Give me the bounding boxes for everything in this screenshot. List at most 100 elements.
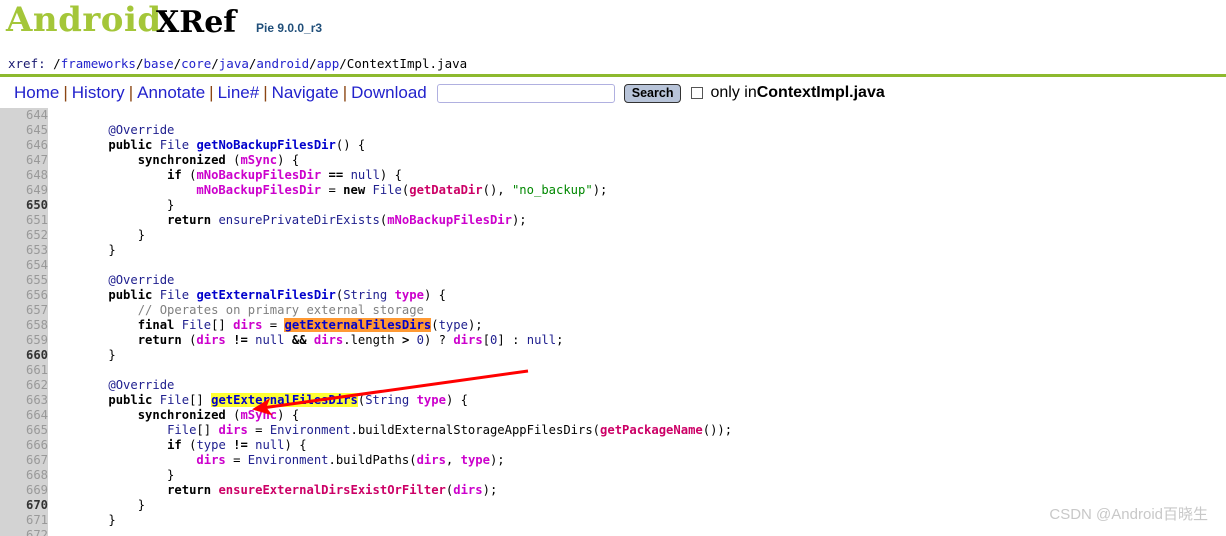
line-number[interactable]: 671 [0,513,53,528]
code-line: 664 synchronized (mSync) { [0,408,732,423]
nav-link-download[interactable]: Download [351,83,427,102]
line-number[interactable]: 651 [0,213,53,228]
line-number[interactable]: 650 [0,198,53,213]
line-number[interactable]: 648 [0,168,53,183]
only-in-label: only in [710,84,757,101]
line-number[interactable]: 667 [0,453,53,468]
line-number[interactable]: 664 [0,408,53,423]
line-number[interactable]: 668 [0,468,53,483]
code-line: 657 // Operates on primary external stor… [0,303,732,318]
code-token: } [79,228,146,242]
code-token: = [321,183,344,197]
line-number[interactable]: 655 [0,273,53,288]
line-number[interactable]: 646 [0,138,53,153]
code-line: 651 return ensurePrivateDirExists(mNoBac… [0,213,732,228]
line-number[interactable]: 660 [0,348,53,363]
code-token: File [159,288,190,302]
line-number[interactable]: 670 [0,498,53,513]
nav-links-group: Home | History | Annotate | Line# | Navigate | Dow… [14,83,427,103]
code-token: null [526,333,557,347]
line-number[interactable]: 665 [0,423,53,438]
logo-xref-text: XRef [156,5,237,40]
line-number[interactable]: 658 [0,318,53,333]
line-number[interactable]: 645 [0,123,53,138]
breadcrumb-link[interactable]: app [317,56,340,71]
code-token: = [247,423,270,437]
code-token: (), [482,183,512,197]
nav-link-home[interactable]: Home [14,83,59,102]
nav-link-line[interactable]: Line# [218,83,260,102]
only-in-file-checkbox[interactable] [691,87,704,99]
breadcrumb: xref: /frameworks/base/core/java/android… [8,56,467,71]
line-number[interactable]: 654 [0,258,53,273]
code-token: return [167,483,212,497]
code-token: } [79,498,146,512]
line-number[interactable]: 663 [0,393,53,408]
code-token: dirs [313,333,344,347]
highlighted-token: getExternalFilesDirs [284,318,432,332]
line-number[interactable]: 653 [0,243,53,258]
line-number[interactable]: 647 [0,153,53,168]
code-token: return [137,333,182,347]
code-token: dirs [416,453,446,467]
nav-link-history[interactable]: History [72,83,125,102]
code-token: public [108,393,153,407]
nav-separator: | [209,83,214,102]
nav-link-navigate[interactable]: Navigate [272,83,339,102]
logo-android-text: Android [6,0,162,40]
code-token: File [181,318,212,332]
code-token: .buildExternalStorageAppFilesDirs( [350,423,601,437]
code-token: type [416,393,446,407]
code-token: ( [181,168,197,182]
code-token: ( [225,153,241,167]
code-token: mNoBackupFilesDir [196,183,322,197]
line-number[interactable]: 669 [0,483,53,498]
line-number[interactable]: 661 [0,363,53,378]
code-token: File [167,423,197,437]
breadcrumb-link[interactable]: base [144,56,174,71]
code-line: 665 File[] dirs = Environment.buildExter… [0,423,732,438]
code-token: .length [343,333,402,347]
code-line: 671 } [0,513,732,528]
line-number[interactable]: 652 [0,228,53,243]
source-code-viewer[interactable]: 644 645 @Override 646 public File getNoBa… [0,108,1226,536]
code-token: } [79,198,175,212]
search-button[interactable]: Search [623,83,682,103]
line-number[interactable]: 656 [0,288,53,303]
code-token: = [225,453,248,467]
breadcrumb-segments: /frameworks/base/core/java/android/app/C… [53,56,467,71]
code-line-content: File[] dirs = Environment.buildExternalS… [53,423,732,438]
code-line: 668 } [0,468,732,483]
search-input[interactable] [436,83,615,103]
line-number[interactable]: 672 [0,528,53,536]
line-number[interactable]: 662 [0,378,53,393]
line-number[interactable]: 666 [0,438,53,453]
nav-link-annotate[interactable]: Annotate [137,83,205,102]
code-line: 663 public File[] getExternalFilesDirs(S… [0,393,732,408]
breadcrumb-link[interactable]: core [181,56,211,71]
breadcrumb-link[interactable]: frameworks [61,56,136,71]
code-line: 654 [0,258,732,273]
breadcrumb-link[interactable]: android [256,56,309,71]
code-token: ); [511,213,527,227]
line-number[interactable]: 649 [0,183,53,198]
code-token: ) { [277,408,300,422]
code-token: = [262,318,285,332]
code-line: 646 public File getNoBackupFilesDir() { [0,138,732,153]
code-line-content: } [53,198,732,213]
code-token: "no_backup" [511,183,593,197]
line-number[interactable]: 657 [0,303,53,318]
line-number[interactable]: 659 [0,333,53,348]
breadcrumb-link[interactable]: java [219,56,249,71]
code-token: [] [189,393,212,407]
line-number[interactable]: 644 [0,108,53,123]
code-line-content: synchronized (mSync) { [53,153,732,168]
